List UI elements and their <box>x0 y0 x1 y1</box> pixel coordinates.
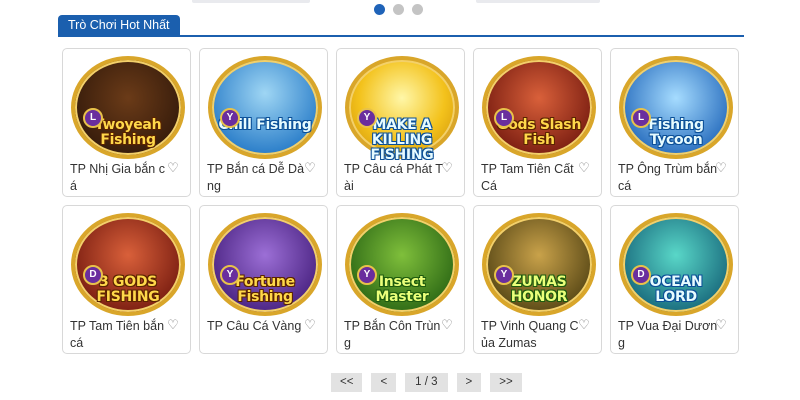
game-title[interactable]: TP Tam Tiên Cất Cá <box>481 161 581 195</box>
game-thumbnail[interactable]: ZUMAS HONOR Y <box>482 213 596 316</box>
favorite-heart-icon[interactable]: ♡ <box>166 161 180 175</box>
provider-badge: L <box>494 108 514 128</box>
favorite-heart-icon[interactable]: ♡ <box>166 318 180 332</box>
game-thumbnail[interactable]: Twoyeah Fishing L <box>71 56 185 159</box>
provider-badge: Y <box>357 108 377 128</box>
provider-badge: Y <box>357 265 377 285</box>
game-card[interactable]: 3 GODS FISHING D TP Tam Tiên bắn cá ♡ <box>62 205 191 354</box>
favorite-heart-icon[interactable]: ♡ <box>577 161 591 175</box>
game-card[interactable]: Fortune Fishing Y TP Câu Cá Vàng ♡ <box>199 205 328 354</box>
game-title[interactable]: TP Vua Đại Dương <box>618 318 718 352</box>
game-title[interactable]: TP Vinh Quang Của Zumas <box>481 318 581 352</box>
game-title[interactable]: TP Bắn Côn Trùng <box>344 318 444 352</box>
game-card[interactable]: ZUMAS HONOR Y TP Vinh Quang Của Zumas ♡ <box>473 205 602 354</box>
game-card[interactable]: MAKE A KILLING FISHING Y TP Câu cá Phát Tà… <box>336 48 465 197</box>
next-page-button[interactable]: > <box>456 373 482 392</box>
last-page-button[interactable]: >> <box>490 373 522 392</box>
provider-badge: L <box>631 108 651 128</box>
favorite-heart-icon[interactable]: ♡ <box>303 318 317 332</box>
game-card[interactable]: Gods Slash Fish L TP Tam Tiên Cất Cá ♡ <box>473 48 602 197</box>
pagination: << < 1 / 3 > >> <box>331 373 522 392</box>
section-tab[interactable]: Trò Chơi Hot Nhất <box>58 15 180 36</box>
carousel-dot-1[interactable] <box>374 4 385 15</box>
section-divider <box>58 35 744 37</box>
section-header: Trò Chơi Hot Nhất <box>58 15 744 37</box>
favorite-heart-icon[interactable]: ♡ <box>714 318 728 332</box>
game-thumbnail[interactable]: Fishing Tycoon L <box>619 56 733 159</box>
carousel-dots <box>374 4 423 15</box>
carousel-dot-3[interactable] <box>412 4 423 15</box>
favorite-heart-icon[interactable]: ♡ <box>440 161 454 175</box>
game-thumbnail[interactable]: OCEAN LORD D <box>619 213 733 316</box>
game-thumbnail[interactable]: Chill Fishing Y <box>208 56 322 159</box>
game-card[interactable]: OCEAN LORD D TP Vua Đại Dương ♡ <box>610 205 739 354</box>
carousel-item-stub <box>192 0 310 3</box>
game-thumbnail[interactable]: Gods Slash Fish L <box>482 56 596 159</box>
game-thumbnail[interactable]: MAKE A KILLING FISHING Y <box>345 56 459 163</box>
game-card[interactable]: Fishing Tycoon L TP Ông Trùm bắn cá ♡ <box>610 48 739 197</box>
game-title[interactable]: TP Nhị Gia bắn cá <box>70 161 170 195</box>
game-title[interactable]: TP Câu cá Phát Tài <box>344 161 444 195</box>
favorite-heart-icon[interactable]: ♡ <box>303 161 317 175</box>
game-thumbnail[interactable]: Insect Master Y <box>345 213 459 316</box>
carousel-dot-2[interactable] <box>393 4 404 15</box>
prev-page-button[interactable]: < <box>371 373 397 392</box>
favorite-heart-icon[interactable]: ♡ <box>440 318 454 332</box>
provider-badge: Y <box>220 265 240 285</box>
game-thumbnail[interactable]: Fortune Fishing Y <box>208 213 322 316</box>
favorite-heart-icon[interactable]: ♡ <box>714 161 728 175</box>
provider-badge: Y <box>220 108 240 128</box>
provider-badge: L <box>83 108 103 128</box>
provider-badge: Y <box>494 265 514 285</box>
game-title[interactable]: TP Bắn cá Dễ Dàng <box>207 161 307 195</box>
carousel-item-stub <box>476 0 600 3</box>
first-page-button[interactable]: << <box>331 373 363 392</box>
provider-badge: D <box>83 265 103 285</box>
favorite-heart-icon[interactable]: ♡ <box>577 318 591 332</box>
game-grid: Twoyeah Fishing L TP Nhị Gia bắn cá ♡ Chill … <box>62 48 742 354</box>
provider-badge: D <box>631 265 651 285</box>
game-title[interactable]: TP Câu Cá Vàng <box>207 318 307 335</box>
game-card[interactable]: Insect Master Y TP Bắn Côn Trùng ♡ <box>336 205 465 354</box>
game-card[interactable]: Chill Fishing Y TP Bắn cá Dễ Dàng ♡ <box>199 48 328 197</box>
game-card[interactable]: Twoyeah Fishing L TP Nhị Gia bắn cá ♡ <box>62 48 191 197</box>
game-thumbnail[interactable]: 3 GODS FISHING D <box>71 213 185 316</box>
game-title[interactable]: TP Tam Tiên bắn cá <box>70 318 170 352</box>
game-title[interactable]: TP Ông Trùm bắn cá <box>618 161 718 195</box>
page-indicator: 1 / 3 <box>405 373 448 392</box>
